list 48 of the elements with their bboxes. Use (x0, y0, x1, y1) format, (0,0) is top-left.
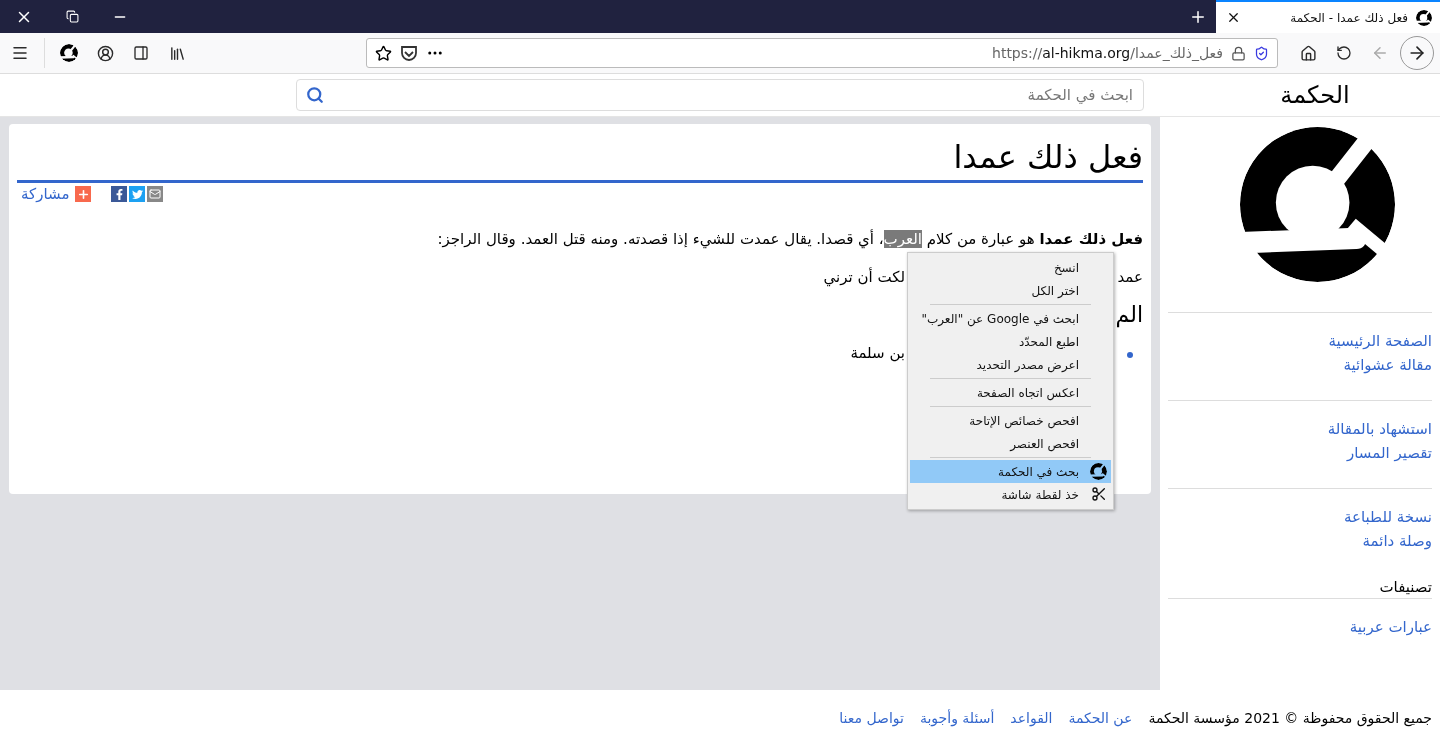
share-link[interactable]: مشاركة (21, 185, 70, 203)
search-field[interactable]: ابحث في الحكمة (296, 79, 1144, 111)
footer-link[interactable]: عن الحكمة (1068, 709, 1133, 726)
footer-link[interactable]: القواعد (1010, 709, 1053, 726)
site-title: الحكمة (1279, 81, 1351, 109)
footer-link[interactable]: أسئلة وأجوبة (919, 709, 995, 726)
logo-icon (1416, 9, 1432, 26)
sidebar-link[interactable]: تقصير المسار (1168, 443, 1432, 464)
category-link[interactable]: عبارات عربية (1168, 617, 1432, 638)
pocket-icon[interactable] (400, 44, 418, 62)
search-icon[interactable] (306, 86, 324, 104)
menu-item[interactable]: افحص خصائص الإتاحة (910, 409, 1111, 432)
menu-item[interactable]: اطبع المحدّد (910, 330, 1111, 353)
sidebar-link[interactable]: استشهاد بالمقالة (1168, 419, 1432, 440)
shield-icon[interactable] (1254, 45, 1269, 61)
menu-item[interactable]: اعرض مصدر التحديد (910, 353, 1111, 376)
bullet-icon (1127, 352, 1133, 358)
list-item-text: بن سلمة (850, 344, 905, 362)
close-icon[interactable] (1226, 10, 1241, 25)
copyright-text: جميع الحقوق محفوظة © 2021 مؤسسة الحكمة (1148, 709, 1432, 726)
sidebar-link[interactable]: نسخة للطباعة (1168, 507, 1432, 528)
article-paragraph: فعل ذلك عمدا هو عبارة من كلام العرب، أي قصدا. يقال عمدت للشيء إذا قصدته. ومنه قتل العمد. وقال الراجز: (436, 228, 1143, 251)
sidebar-link[interactable]: وصلة دائمة (1168, 531, 1432, 552)
mail-icon[interactable] (147, 186, 164, 202)
twitter-icon[interactable] (129, 186, 146, 202)
menu-item[interactable]: ابحث في Google عن "العرب" (910, 307, 1111, 330)
sidebar-link[interactable]: الصفحة الرئيسية (1168, 331, 1432, 352)
verse-text: عمد (1117, 268, 1143, 286)
footer-link[interactable]: تواصل معنا (839, 709, 904, 726)
facebook-icon[interactable] (111, 186, 128, 202)
menu-item[interactable]: افحص العنصر (910, 432, 1111, 455)
section-heading: الم (1115, 302, 1143, 327)
logo-icon (1090, 463, 1107, 480)
verse-text: لكت أن ترني (823, 268, 905, 286)
menu-item[interactable]: اعكس اتجاه الصفحة (910, 381, 1111, 404)
sidebar-link[interactable]: مقالة عشوائية (1168, 355, 1432, 376)
scissors-icon (1090, 486, 1107, 503)
menu-item[interactable]: خذ لقطة شاشة (910, 483, 1111, 506)
menu-item[interactable]: اختر الكل (910, 279, 1111, 302)
categories-heading: تصنيفات (1168, 576, 1432, 599)
logo-icon (60, 44, 78, 62)
menu-item[interactable]: بحث في الحكمة (910, 460, 1111, 483)
add-share-icon[interactable] (75, 186, 92, 202)
star-icon[interactable] (375, 44, 392, 62)
lock-icon (1231, 45, 1246, 61)
browser-tab[interactable]: فعل ذلك عمدا - الحكمة (1216, 0, 1440, 33)
menu-item[interactable]: انسخ (910, 256, 1111, 279)
article-title: فعل ذلك عمدا (17, 138, 1143, 183)
